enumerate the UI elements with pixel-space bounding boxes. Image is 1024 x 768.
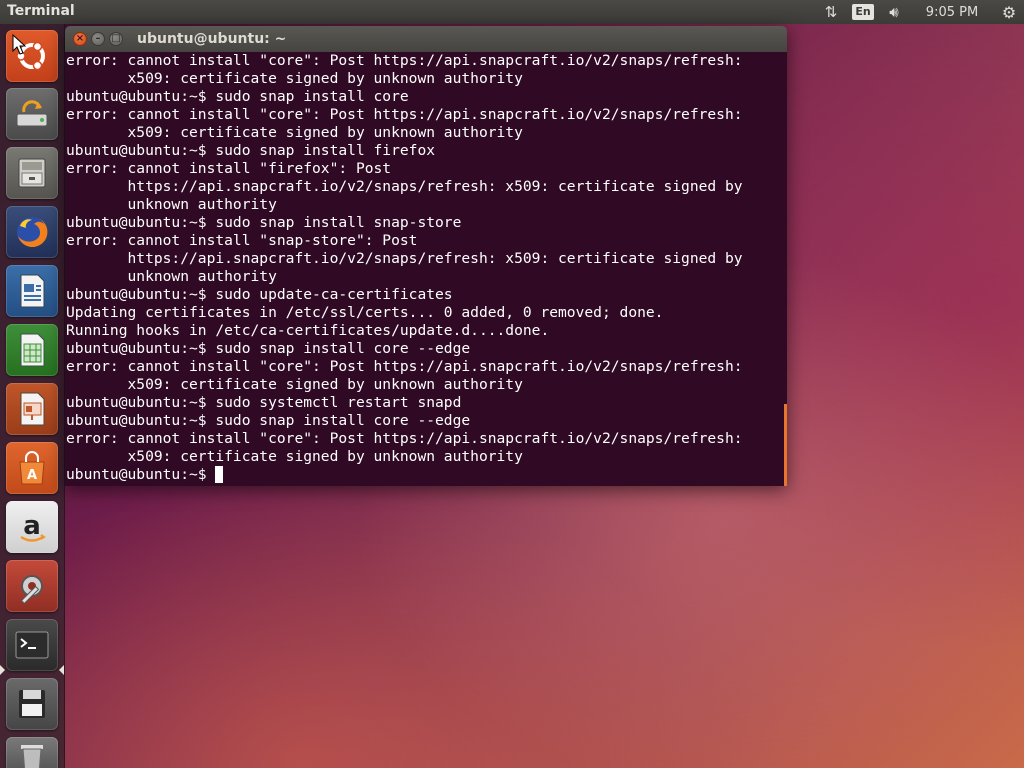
terminal-line: Updating certificates in /etc/ssl/certs.… <box>66 304 664 321</box>
terminal-line: https://api.snapcraft.io/v2/snaps/refres… <box>66 250 743 267</box>
launcher-libreoffice-impress[interactable] <box>6 383 58 435</box>
svg-text:a: a <box>23 511 41 541</box>
launcher-libreoffice-writer[interactable] <box>6 265 58 317</box>
maximize-button[interactable]: □ <box>109 32 123 46</box>
terminal-line: x509: certificate signed by unknown auth… <box>66 448 523 465</box>
launcher-files[interactable] <box>6 147 58 199</box>
backup-drive-icon <box>16 100 48 127</box>
floppy-disk-icon <box>19 690 45 718</box>
file-cabinet-icon <box>18 158 46 188</box>
launcher-backup[interactable] <box>6 88 58 140</box>
terminal-cursor <box>215 466 224 483</box>
svg-text:A: A <box>27 468 37 483</box>
trash-icon <box>21 745 43 768</box>
top-panel: Terminal ⇅ En 🔊︎ 9:05 PM ⚙ <box>0 0 1024 24</box>
launcher-running-indicator <box>0 665 5 675</box>
close-icon: × <box>75 33 85 44</box>
window-titlebar[interactable]: × – □ ubuntu@ubuntu: ~ <box>65 26 787 52</box>
gear-icon[interactable]: ⚙ <box>994 0 1024 24</box>
launcher-save[interactable] <box>6 678 58 730</box>
launcher-firefox[interactable] <box>6 206 58 258</box>
terminal-line: x509: certificate signed by unknown auth… <box>66 70 523 87</box>
settings-tools-icon <box>20 575 43 605</box>
launcher-libreoffice-calc[interactable] <box>6 324 58 376</box>
minimize-icon: – <box>95 33 101 44</box>
terminal-line: Running hooks in /etc/ca-certificates/up… <box>66 322 550 339</box>
terminal-line: error: cannot install "snap-store": Post <box>66 232 418 249</box>
terminal-prompt-line[interactable]: ubuntu@ubuntu:~$ <box>66 466 743 484</box>
terminal-line: ubuntu@ubuntu:~$ sudo snap install core … <box>66 340 471 357</box>
terminal-window[interactable]: × – □ ubuntu@ubuntu: ~ error: cannot ins… <box>65 26 787 486</box>
software-bag-icon: A <box>19 451 45 485</box>
terminal-line: ubuntu@ubuntu:~$ sudo systemctl restart … <box>66 394 462 411</box>
minimize-button[interactable]: – <box>91 32 105 46</box>
terminal-line: ubuntu@ubuntu:~$ sudo snap install firef… <box>66 142 436 159</box>
launcher-system-settings[interactable] <box>6 560 58 612</box>
impress-presentation-icon <box>20 392 45 426</box>
terminal-line: error: cannot install "firefox": Post <box>66 160 392 177</box>
calc-spreadsheet-icon <box>20 333 45 367</box>
terminal-line: https://api.snapcraft.io/v2/snaps/refres… <box>66 178 743 195</box>
terminal-line: ubuntu@ubuntu:~$ sudo update-ca-certific… <box>66 286 453 303</box>
launcher-trash[interactable] <box>6 737 58 768</box>
writer-document-icon <box>20 274 45 308</box>
mouse-pointer-icon <box>12 34 26 55</box>
terminal-line: error: cannot install "core": Post https… <box>66 430 743 447</box>
close-button[interactable]: × <box>73 32 87 46</box>
amazon-icon: a <box>20 511 46 542</box>
terminal-text[interactable]: error: cannot install "core": Post https… <box>66 52 743 484</box>
network-updown-icon[interactable]: ⇅ <box>814 0 848 24</box>
terminal-line: error: cannot install "core": Post https… <box>66 106 743 123</box>
terminal-line: error: cannot install "core": Post https… <box>66 52 743 69</box>
terminal-prompt-icon <box>15 631 49 659</box>
launcher-focused-indicator <box>59 665 64 675</box>
launcher-amazon[interactable]: a <box>6 501 58 553</box>
terminal-scroll-indicator[interactable] <box>784 404 787 486</box>
volume-icon[interactable]: 🔊︎ <box>878 0 910 24</box>
terminal-line: ubuntu@ubuntu:~$ sudo snap install snap-… <box>66 214 462 231</box>
indicator-area: ⇅ En 🔊︎ 9:05 PM ⚙ <box>814 0 1024 24</box>
clock[interactable]: 9:05 PM <box>910 0 994 24</box>
terminal-line: ubuntu@ubuntu:~$ sudo snap install core <box>66 88 409 105</box>
keyboard-layout-indicator[interactable]: En <box>848 0 878 24</box>
terminal-line: x509: certificate signed by unknown auth… <box>66 124 523 141</box>
terminal-line: error: cannot install "core": Post https… <box>66 358 743 375</box>
terminal-line: unknown authority <box>66 196 277 213</box>
window-title: ubuntu@ubuntu: ~ <box>137 31 287 47</box>
launcher: A a <box>0 24 65 768</box>
terminal-line: unknown authority <box>66 268 277 285</box>
maximize-icon: □ <box>111 33 121 44</box>
firefox-icon <box>17 216 48 247</box>
terminal-line: ubuntu@ubuntu:~$ sudo snap install core … <box>66 412 471 429</box>
launcher-ubuntu-software[interactable]: A <box>6 442 58 494</box>
active-app-title: Terminal <box>7 3 75 19</box>
launcher-terminal[interactable] <box>6 619 58 671</box>
keyboard-layout-label: En <box>852 4 874 20</box>
terminal-prompt: ubuntu@ubuntu:~$ <box>66 466 216 483</box>
terminal-output-area[interactable]: error: cannot install "core": Post https… <box>65 52 787 486</box>
terminal-line: x509: certificate signed by unknown auth… <box>66 376 523 393</box>
